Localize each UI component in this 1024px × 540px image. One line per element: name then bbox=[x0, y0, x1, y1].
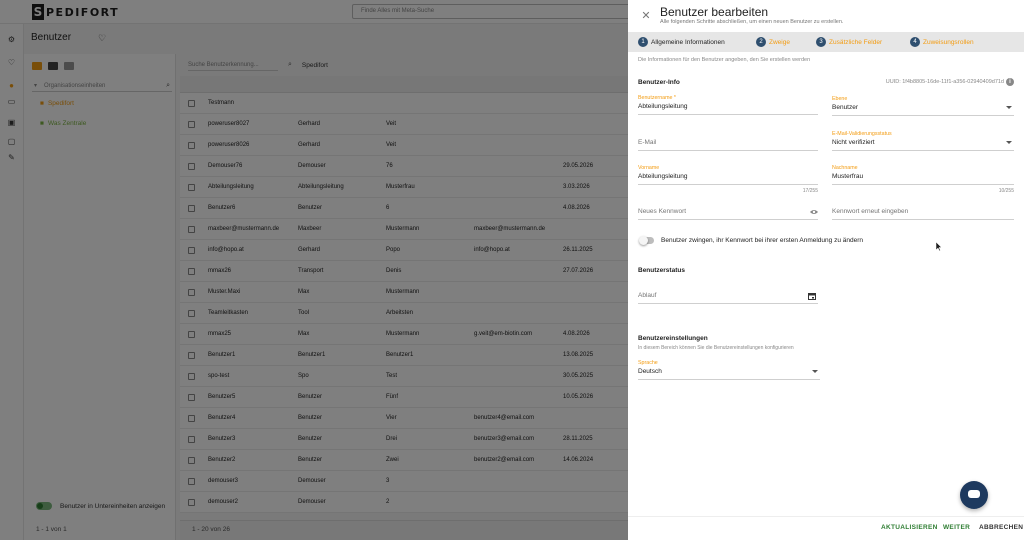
new-password-input[interactable] bbox=[638, 208, 818, 215]
username-value: Abteilungsleitung bbox=[638, 103, 688, 110]
repeat-password-input[interactable] bbox=[832, 208, 1014, 215]
force-password-change-toggle[interactable] bbox=[639, 236, 654, 245]
lastname-field[interactable]: Nachname Musterfrau bbox=[832, 165, 1014, 185]
step-label: Allgemeine Informationen bbox=[651, 38, 725, 46]
email-verification-label: E-Mail-Validierungsstatus bbox=[832, 131, 892, 137]
username-label: Benutzername * bbox=[638, 95, 676, 101]
drawer-subtitle: Alle folgenden Schritte abschließen, um … bbox=[660, 19, 844, 25]
chat-support-button[interactable] bbox=[960, 481, 988, 509]
step-general-info[interactable]: 1 Allgemeine Informationen bbox=[638, 37, 725, 47]
email-verification-value: Nicht verifiziert bbox=[832, 139, 875, 146]
expiry-field[interactable] bbox=[638, 284, 818, 304]
step-number: 4 bbox=[910, 37, 920, 47]
dropdown-arrow-icon[interactable] bbox=[1006, 141, 1012, 144]
lastname-char-counter: 10/255 bbox=[998, 188, 1014, 194]
modal-overlay[interactable] bbox=[0, 0, 628, 540]
firstname-field[interactable]: Vorname Abteilungsleitung bbox=[638, 165, 818, 185]
mouse-cursor bbox=[936, 242, 942, 251]
new-password-field[interactable] bbox=[638, 200, 818, 220]
step-number: 1 bbox=[638, 37, 648, 47]
dropdown-arrow-icon[interactable] bbox=[812, 370, 818, 373]
user-status-heading: Benutzerstatus bbox=[638, 267, 685, 274]
language-label: Sprache bbox=[638, 360, 658, 366]
chat-bubble-icon bbox=[968, 490, 980, 498]
step-branches[interactable]: 2 Zweige bbox=[756, 37, 790, 47]
firstname-label: Vorname bbox=[638, 165, 660, 171]
lastname-label: Nachname bbox=[832, 165, 858, 171]
step-role-assignments[interactable]: 4 Zuweisungsrollen bbox=[910, 37, 974, 47]
user-settings-subtitle: In diesem Bereich können Sie die Benutze… bbox=[638, 345, 794, 351]
level-value: Benutzer bbox=[832, 104, 859, 111]
firstname-value: Abteilungsleitung bbox=[638, 173, 688, 180]
dropdown-arrow-icon[interactable] bbox=[1006, 106, 1012, 109]
level-select[interactable]: Ebene Benutzer bbox=[832, 96, 1014, 116]
next-button[interactable]: WEITER bbox=[943, 524, 970, 531]
language-value: Deutsch bbox=[638, 368, 662, 375]
email-input[interactable] bbox=[638, 139, 818, 146]
close-icon[interactable]: ✕ bbox=[640, 10, 652, 22]
info-icon[interactable]: i bbox=[1006, 78, 1014, 86]
username-field[interactable]: Benutzername * Abteilungsleitung bbox=[638, 95, 818, 115]
lastname-value: Musterfrau bbox=[832, 173, 864, 180]
drawer-footer: AKTUALISIEREN WEITER ABBRECHEN bbox=[628, 516, 1024, 540]
step-number: 3 bbox=[816, 37, 826, 47]
wizard-stepper: 1 Allgemeine Informationen 2 Zweige 3 Zu… bbox=[628, 32, 1024, 52]
email-verification-select[interactable]: E-Mail-Validierungsstatus Nicht verifizi… bbox=[832, 131, 1014, 151]
drawer-title: Benutzer bearbeiten bbox=[660, 5, 769, 19]
expiry-input[interactable] bbox=[638, 292, 818, 299]
step-label: Zweige bbox=[769, 38, 790, 46]
cancel-button[interactable]: ABBRECHEN bbox=[979, 524, 1023, 531]
user-settings-heading: Benutzereinstellungen bbox=[638, 335, 708, 342]
edit-user-drawer: ✕ Benutzer bearbeiten Alle folgenden Sch… bbox=[628, 0, 1024, 540]
eye-icon[interactable] bbox=[810, 209, 818, 215]
repeat-password-field[interactable] bbox=[832, 200, 1014, 220]
step-label: Zusätzliche Felder bbox=[829, 38, 883, 46]
uuid-text: UUID: 1f4b8805-16de-11f1-a356-02940409d7… bbox=[885, 79, 1004, 85]
step-label: Zuweisungsrollen bbox=[923, 38, 974, 46]
step-number: 2 bbox=[756, 37, 766, 47]
language-select[interactable]: Sprache Deutsch bbox=[638, 360, 820, 380]
email-field[interactable] bbox=[638, 131, 818, 151]
update-button[interactable]: AKTUALISIEREN bbox=[881, 524, 938, 531]
step-additional-fields[interactable]: 3 Zusätzliche Felder bbox=[816, 37, 882, 47]
firstname-char-counter: 17/255 bbox=[802, 188, 818, 194]
level-label: Ebene bbox=[832, 96, 848, 102]
step-description: Die Informationen für den Benutzer angeb… bbox=[638, 57, 811, 63]
user-info-heading: Benutzer-Info bbox=[638, 79, 680, 86]
calendar-icon[interactable] bbox=[808, 292, 816, 300]
force-password-change-label: Benutzer zwingen, ihr Kennwort bei ihrer… bbox=[661, 237, 863, 244]
